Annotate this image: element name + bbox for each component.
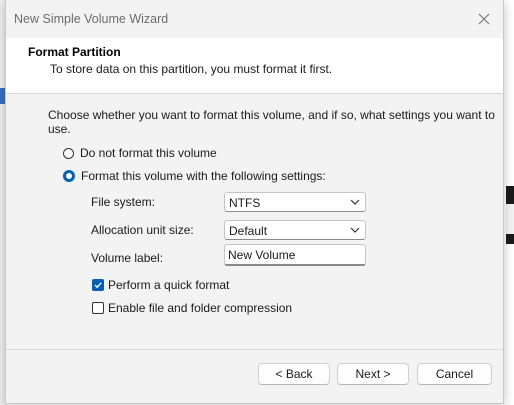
checkbox-unchecked[interactable] — [92, 302, 104, 314]
back-button[interactable]: < Back — [258, 363, 330, 385]
quick-format-checkbox[interactable]: Perform a quick format — [92, 278, 229, 292]
checkbox-label: Enable file and folder compression — [108, 301, 293, 315]
background-window-band — [506, 186, 514, 204]
radio-do-not-format[interactable]: Do not format this volume — [63, 146, 217, 160]
next-button[interactable]: Next > — [337, 363, 409, 385]
file-system-label: File system: — [91, 195, 156, 209]
instruction-text: Choose whether you want to format this v… — [48, 108, 495, 136]
radio-format-volume[interactable]: Format this volume with the following se… — [63, 169, 326, 183]
close-button[interactable] — [471, 7, 497, 31]
dropdown-value: Default — [229, 224, 268, 238]
wizard-header: Format Partition To store data on this p… — [6, 38, 503, 94]
radio-button-checked[interactable] — [63, 170, 75, 182]
background-window-band — [506, 234, 514, 244]
page-title: Format Partition — [28, 45, 121, 59]
cancel-button[interactable]: Cancel — [417, 363, 492, 385]
checkmark-icon — [94, 282, 102, 289]
wizard-content: Choose whether you want to format this v… — [6, 94, 503, 349]
dropdown-value: NTFS — [229, 196, 261, 210]
volume-label-label: Volume label: — [91, 251, 164, 265]
checkbox-checked[interactable] — [92, 279, 104, 291]
title-bar: New Simple Volume Wizard — [6, 0, 503, 38]
compression-checkbox[interactable]: Enable file and folder compression — [92, 301, 292, 315]
allocation-unit-label: Allocation unit size: — [91, 223, 194, 237]
page-subtitle: To store data on this partition, you mus… — [50, 62, 333, 76]
radio-button-unchecked[interactable] — [63, 147, 74, 159]
footer-divider — [6, 349, 503, 350]
chevron-down-icon — [350, 199, 360, 205]
radio-label: Format this volume with the following se… — [81, 169, 326, 183]
radio-label: Do not format this volume — [80, 146, 217, 160]
volume-label-input[interactable] — [224, 244, 366, 266]
file-system-dropdown[interactable]: NTFS — [224, 192, 366, 212]
close-icon — [478, 13, 490, 25]
window-title: New Simple Volume Wizard — [14, 12, 169, 26]
allocation-unit-dropdown[interactable]: Default — [224, 220, 366, 240]
wizard-dialog: New Simple Volume Wizard Format Partitio… — [5, 0, 504, 404]
checkbox-label: Perform a quick format — [108, 278, 230, 292]
chevron-down-icon — [350, 227, 360, 233]
background-window-band — [506, 204, 514, 234]
